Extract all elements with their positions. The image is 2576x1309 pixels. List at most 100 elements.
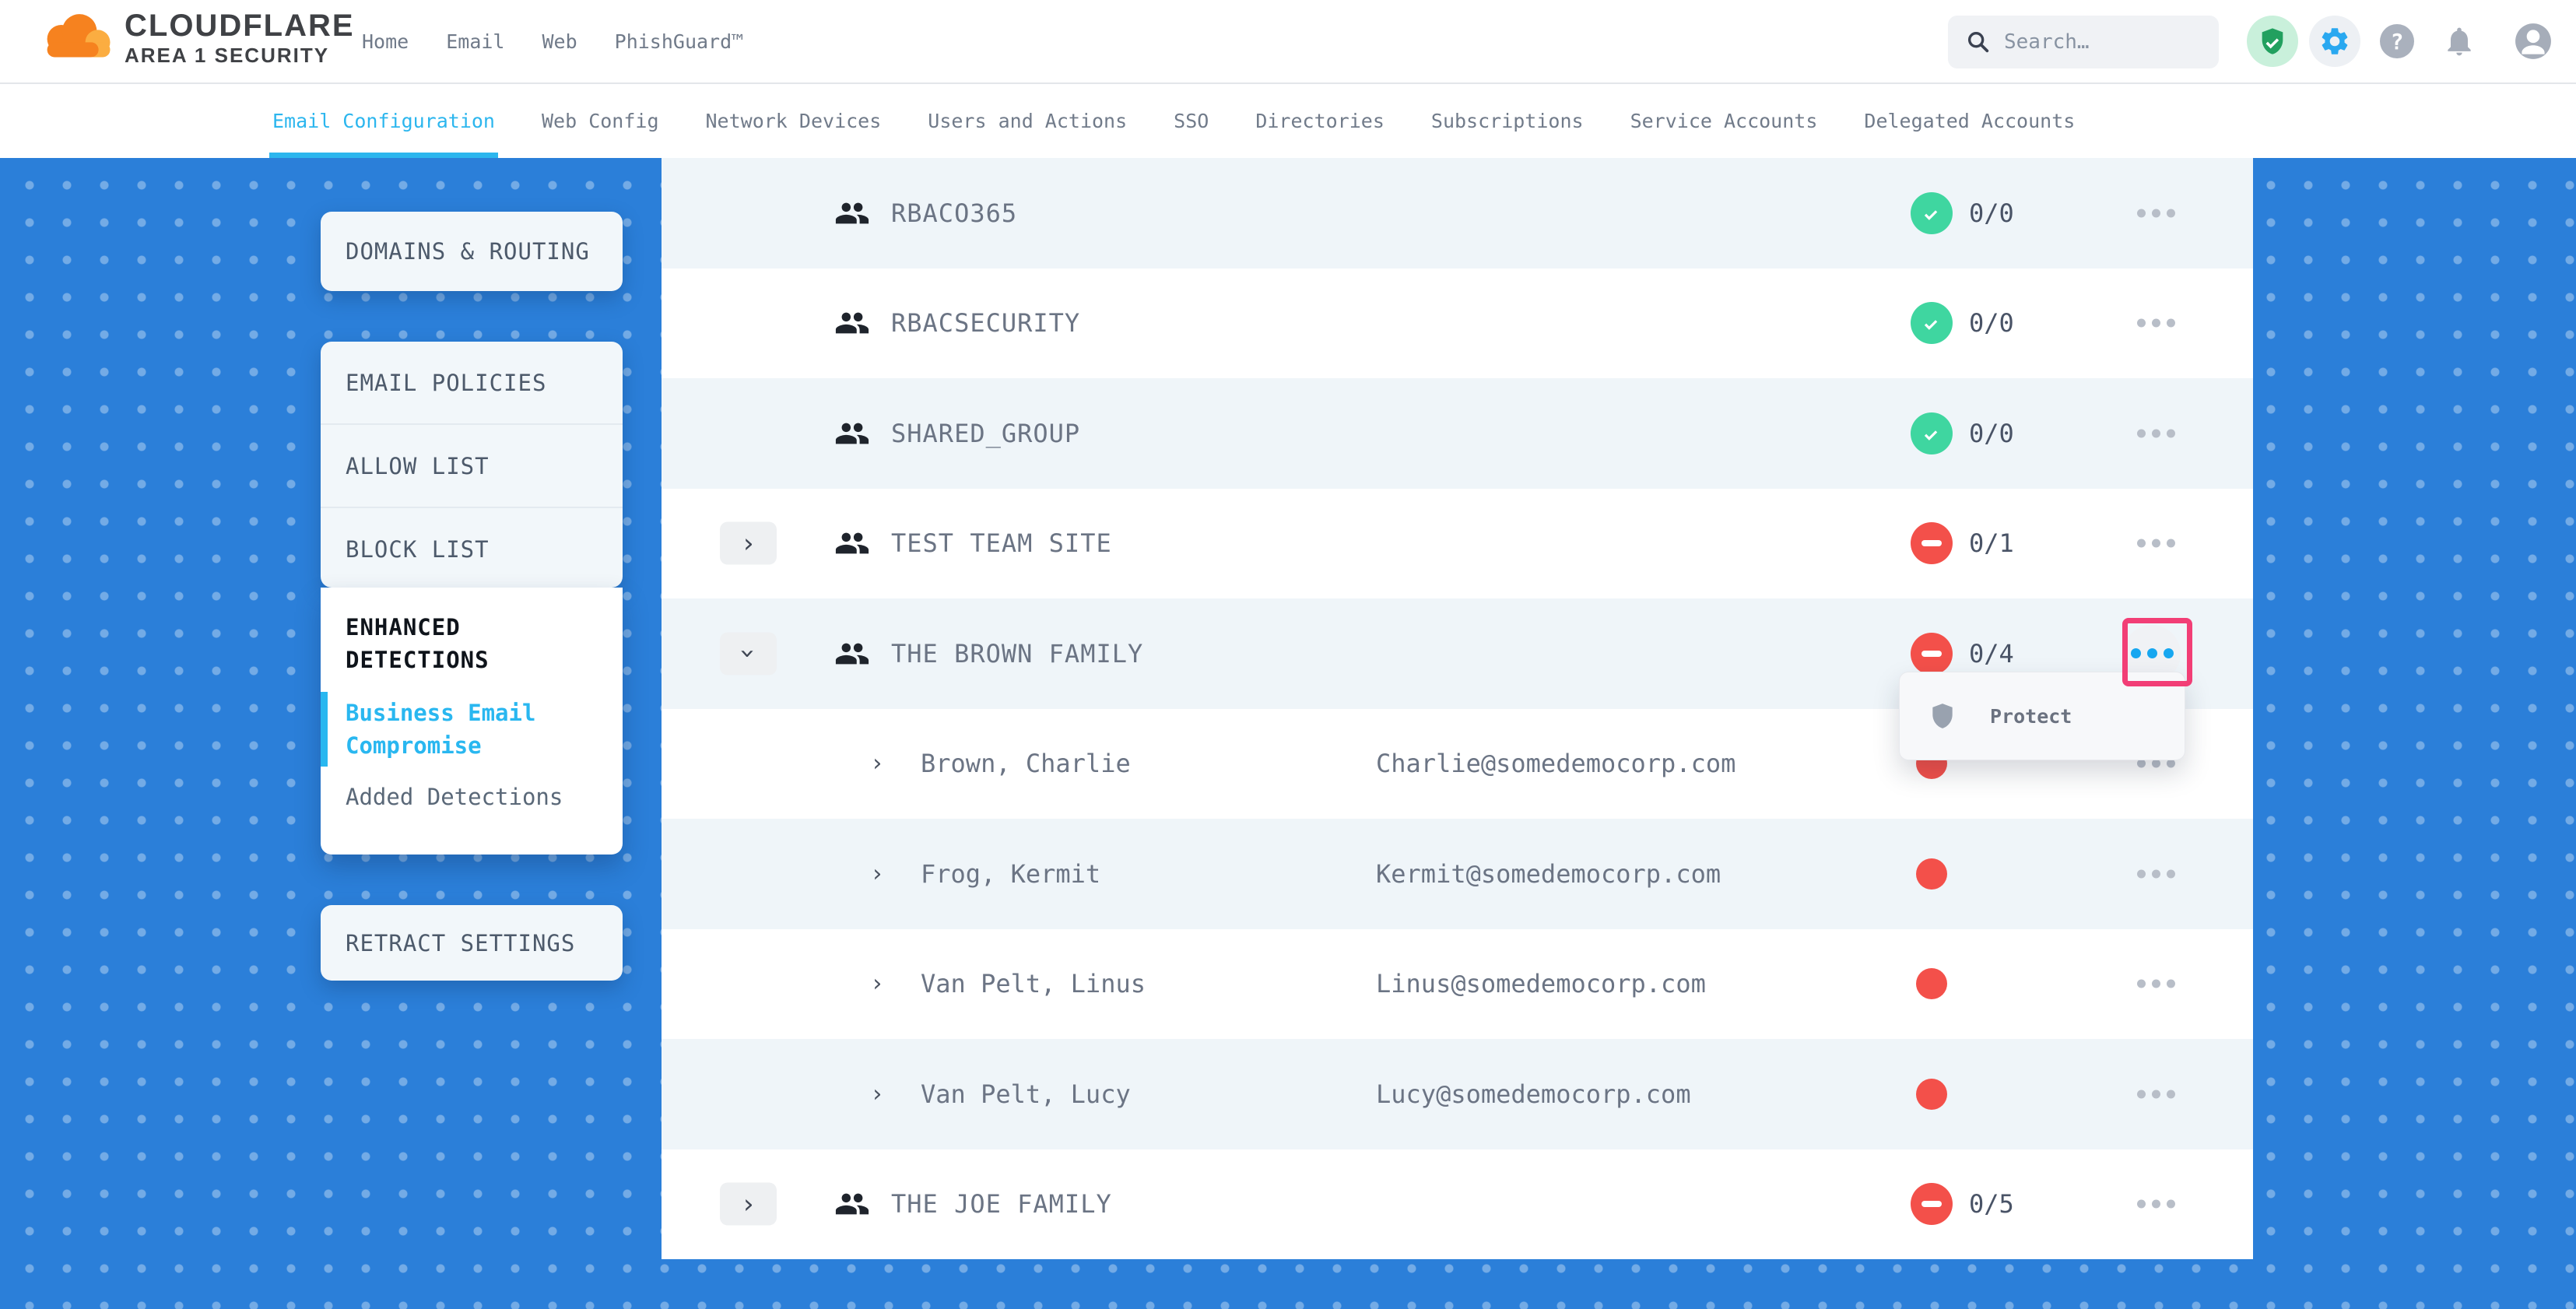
group-icon xyxy=(834,305,870,341)
row-menu-button[interactable] xyxy=(2132,198,2180,228)
member-email: Kermit@somedemocorp.com xyxy=(1376,859,1721,889)
collapse-button[interactable]: › xyxy=(720,632,777,675)
table-row-member[interactable]: › Van Pelt, Lucy Lucy@somedemocorp.com xyxy=(662,1039,2253,1149)
chevron-right-icon: › xyxy=(740,1191,756,1217)
table-row-member[interactable]: › Frog, Kermit Kermit@somedemocorp.com xyxy=(662,819,2253,929)
chevron-down-icon: › xyxy=(735,646,761,662)
row-menu-button[interactable] xyxy=(2132,308,2180,339)
sidebar-item-business-email-compromise[interactable]: Business Email Compromise xyxy=(346,697,598,762)
expand-button[interactable]: › xyxy=(720,1183,777,1226)
group-name: RBACO365 xyxy=(891,198,1017,228)
highlight-annotation-box xyxy=(2122,618,2192,686)
sidebar-item-allow-list[interactable]: ALLOW LIST xyxy=(321,425,623,508)
table-row-group[interactable]: RBACSECURITY 0/0 xyxy=(662,268,2253,379)
sidebar-card-policies: EMAIL POLICIES ALLOW LIST BLOCK LIST xyxy=(321,342,623,588)
sidebar-item-email-policies[interactable]: EMAIL POLICIES xyxy=(321,342,623,425)
nav-email[interactable]: Email xyxy=(446,30,504,53)
notifications-button[interactable] xyxy=(2428,24,2490,58)
sidebar-card-domains-routing: DOMAINS & ROUTING xyxy=(321,212,623,291)
search-icon xyxy=(1965,29,1992,55)
settings-button[interactable] xyxy=(2304,16,2366,67)
sidebar-item-added-detections[interactable]: Added Detections xyxy=(346,781,598,813)
status-alert-badge xyxy=(1911,633,1953,675)
group-count: 0/0 xyxy=(1969,308,2014,338)
sidebar-card-enhanced-detections: ENHANCED DETECTIONS Business Email Compr… xyxy=(321,588,623,855)
group-icon xyxy=(834,195,870,231)
nav-web[interactable]: Web xyxy=(542,30,577,53)
table-row-group[interactable]: › THE JOE FAMILY 0/5 xyxy=(662,1149,2253,1260)
sidebar-item-block-list[interactable]: BLOCK LIST xyxy=(321,508,623,590)
tab-delegated-accounts[interactable]: Delegated Accounts xyxy=(1864,84,2075,158)
chevron-right-icon: › xyxy=(740,530,756,556)
member-email: Lucy@somedemocorp.com xyxy=(1376,1079,1691,1109)
member-name: Brown, Charlie xyxy=(921,749,1131,778)
shield-check-icon xyxy=(2257,26,2288,57)
chevron-right-icon[interactable]: › xyxy=(870,970,884,998)
row-menu-button[interactable] xyxy=(2132,1079,2180,1109)
tab-directories[interactable]: Directories xyxy=(1255,84,1385,158)
tab-sso[interactable]: SSO xyxy=(1174,84,1209,158)
tab-subscriptions[interactable]: Subscriptions xyxy=(1431,84,1584,158)
tab-web-config[interactable]: Web Config xyxy=(542,84,659,158)
group-count: 0/5 xyxy=(1969,1189,2014,1219)
member-name: Frog, Kermit xyxy=(921,859,1100,889)
protection-status-button[interactable] xyxy=(2241,16,2304,67)
secondary-nav: Email Configuration Web Config Network D… xyxy=(0,84,2576,158)
chevron-right-icon[interactable]: › xyxy=(870,860,884,887)
help-button[interactable]: ? xyxy=(2366,23,2428,60)
table-row-member[interactable]: › Van Pelt, Linus Linus@somedemocorp.com xyxy=(662,929,2253,1040)
sidebar-item-domains-routing[interactable]: DOMAINS & ROUTING xyxy=(321,212,623,291)
row-menu-button[interactable] xyxy=(2132,858,2180,889)
gear-icon xyxy=(2318,25,2351,58)
status-alert-dot xyxy=(1916,968,1947,999)
table-row-group[interactable]: SHARED_GROUP 0/0 xyxy=(662,378,2253,489)
nav-phishguard[interactable]: PhishGuard™ xyxy=(615,30,744,53)
group-name: RBACSECURITY xyxy=(891,308,1080,338)
account-button[interactable] xyxy=(2490,22,2576,61)
table-row-group[interactable]: RBACO365 0/0 xyxy=(662,158,2253,268)
status-ok-badge xyxy=(1911,412,1953,454)
group-icon xyxy=(834,636,870,672)
bell-icon xyxy=(2442,24,2476,58)
menu-item-protect[interactable]: Protect xyxy=(1990,705,2072,728)
area1-security-app: CLOUDFLARE AREA 1 SECURITY Home Email We… xyxy=(0,0,2576,1309)
primary-nav: Home Email Web PhishGuard™ xyxy=(362,0,743,82)
brand-text: CLOUDFLARE AREA 1 SECURITY xyxy=(125,8,355,67)
search-input[interactable]: Search… xyxy=(1948,16,2219,68)
sidebar-item-enhanced-detections[interactable]: ENHANCED DETECTIONS xyxy=(346,611,598,676)
tab-email-configuration[interactable]: Email Configuration xyxy=(272,84,495,158)
member-name: Van Pelt, Linus xyxy=(921,969,1146,998)
row-menu-button[interactable] xyxy=(2132,528,2180,559)
groups-table: RBACO365 0/0 RBACSECURITY 0/0 SHARED_GRO… xyxy=(662,158,2253,1259)
tab-service-accounts[interactable]: Service Accounts xyxy=(1630,84,1818,158)
group-icon xyxy=(834,525,870,561)
cloudflare-logo[interactable]: CLOUDFLARE AREA 1 SECURITY xyxy=(36,8,355,67)
shield-icon xyxy=(1928,700,1957,732)
nav-home[interactable]: Home xyxy=(362,30,409,53)
chevron-right-icon[interactable]: › xyxy=(870,750,884,777)
tab-network-devices[interactable]: Network Devices xyxy=(706,84,882,158)
group-count: 0/1 xyxy=(1969,528,2014,558)
row-menu-button[interactable] xyxy=(2132,969,2180,999)
tab-users-and-actions[interactable]: Users and Actions xyxy=(928,84,1127,158)
table-row-group[interactable]: › TEST TEAM SITE 0/1 xyxy=(662,489,2253,599)
brand-name: CLOUDFLARE xyxy=(125,8,355,44)
account-icon xyxy=(2514,22,2553,61)
brand-tagline: AREA 1 SECURITY xyxy=(125,44,355,67)
group-name: TEST TEAM SITE xyxy=(891,528,1112,558)
status-ok-badge xyxy=(1911,192,1953,234)
group-count: 0/0 xyxy=(1969,419,2014,448)
chevron-right-icon[interactable]: › xyxy=(870,1080,884,1107)
member-name: Van Pelt, Lucy xyxy=(921,1079,1131,1109)
sidebar-item-retract-settings[interactable]: RETRACT SETTINGS xyxy=(321,905,623,981)
group-name: SHARED_GROUP xyxy=(891,419,1080,448)
expand-button[interactable]: › xyxy=(720,522,777,565)
status-alert-dot xyxy=(1916,858,1947,890)
row-menu-button[interactable] xyxy=(2132,1189,2180,1220)
group-name: THE JOE FAMILY xyxy=(891,1189,1112,1219)
help-icon: ? xyxy=(2378,23,2416,60)
group-name: THE BROWN FAMILY xyxy=(891,639,1143,669)
row-menu-button[interactable] xyxy=(2132,418,2180,448)
cloudflare-cloud-icon xyxy=(36,12,120,64)
header-icons: ? xyxy=(2241,0,2576,82)
